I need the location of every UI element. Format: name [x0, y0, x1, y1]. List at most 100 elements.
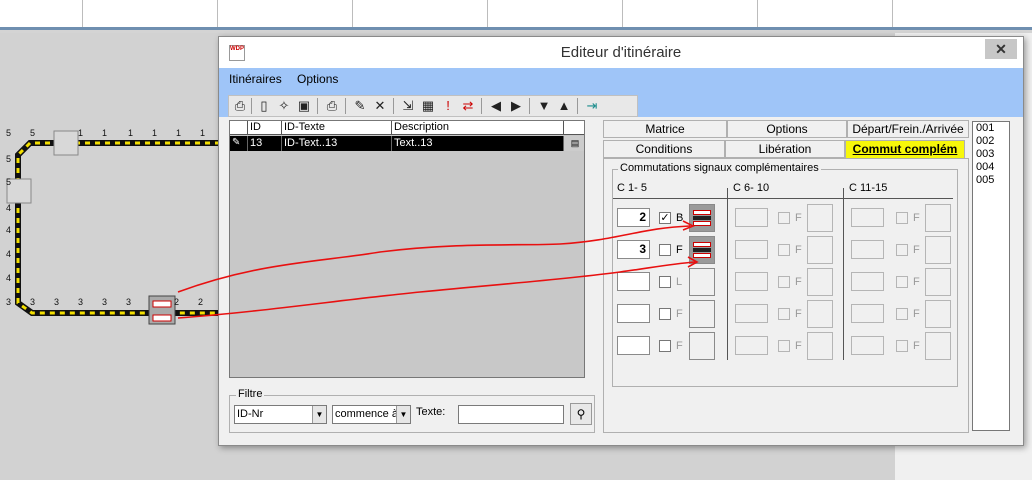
- signal-picture-13[interactable]: [925, 268, 951, 296]
- arrow-right-icon[interactable]: ▶: [507, 97, 525, 115]
- list-item[interactable]: 004: [973, 161, 1009, 174]
- tab-options[interactable]: Options: [727, 120, 847, 138]
- signal-picture-9[interactable]: [807, 300, 833, 328]
- signal-number-input-7[interactable]: [735, 240, 768, 259]
- warning-icon[interactable]: !: [439, 97, 457, 115]
- cell-id[interactable]: 13: [248, 136, 282, 151]
- checkbox-1[interactable]: ✓: [659, 212, 671, 224]
- signal-picture-5[interactable]: [689, 332, 715, 360]
- list-item[interactable]: 005: [973, 174, 1009, 187]
- list-item[interactable]: 003: [973, 148, 1009, 161]
- grid-header-id[interactable]: ID: [248, 121, 282, 135]
- signal-number-input-3[interactable]: [617, 272, 650, 291]
- dialog-title: Editeur d'itinéraire: [560, 44, 682, 61]
- menu-options[interactable]: Options: [297, 72, 338, 86]
- tab-liberation[interactable]: Libération: [725, 140, 845, 158]
- signal-number-input-6[interactable]: [735, 208, 768, 227]
- signal-number-input-5[interactable]: [617, 336, 650, 355]
- signal-picture-12[interactable]: [925, 236, 951, 264]
- signal-number-input-9[interactable]: [735, 304, 768, 323]
- grid-header-description[interactable]: Description: [392, 121, 564, 135]
- filter-mode-select[interactable]: commence à ▼: [332, 405, 411, 424]
- route-grid[interactable]: ID ID-Texte Description ✎ 13 ID-Text..13…: [229, 120, 585, 378]
- track-number: 5: [6, 154, 11, 164]
- checkbox-15[interactable]: [896, 340, 908, 352]
- chevron-down-icon[interactable]: ▼: [396, 406, 410, 423]
- signal-number-input-4[interactable]: [617, 304, 650, 323]
- checkbox-11[interactable]: [896, 212, 908, 224]
- signal-picture-14[interactable]: [925, 300, 951, 328]
- checkbox-6[interactable]: [778, 212, 790, 224]
- signal-number-input-2[interactable]: 3: [617, 240, 650, 259]
- checkbox-9[interactable]: [778, 308, 790, 320]
- signal-picture-8[interactable]: [807, 268, 833, 296]
- arrow-left-icon[interactable]: ◀: [487, 97, 505, 115]
- table-row[interactable]: ✎ 13 ID-Text..13 Text..13 ▤: [230, 136, 584, 151]
- checkbox-10[interactable]: [778, 340, 790, 352]
- checkbox-letter-6: F: [795, 212, 802, 224]
- signal-picture-7[interactable]: [807, 236, 833, 264]
- signal-number-input-1[interactable]: 2: [617, 208, 650, 227]
- cell-id-texte[interactable]: ID-Text..13: [282, 136, 392, 151]
- signal-number-input-14[interactable]: [851, 304, 884, 323]
- filter-text-input[interactable]: [458, 405, 564, 424]
- checkbox-8[interactable]: [778, 276, 790, 288]
- checkbox-13[interactable]: [896, 276, 908, 288]
- grid-icon[interactable]: ▦: [419, 97, 437, 115]
- track-number: 4: [6, 273, 11, 283]
- signal-picture-10[interactable]: [807, 332, 833, 360]
- signal-number-input-15[interactable]: [851, 336, 884, 355]
- signal-number-input-8[interactable]: [735, 272, 768, 291]
- cell-description[interactable]: Text..13: [392, 136, 564, 151]
- list-item[interactable]: 001: [973, 122, 1009, 135]
- delete-icon[interactable]: ✕: [371, 97, 389, 115]
- signal-picture-11[interactable]: [925, 204, 951, 232]
- close-button[interactable]: ✕: [985, 39, 1017, 59]
- signal-picture-6[interactable]: [807, 204, 833, 232]
- signal-picture-3[interactable]: [689, 268, 715, 296]
- list-item[interactable]: 002: [973, 135, 1009, 148]
- menu-itineraires[interactable]: Itinéraires: [229, 72, 282, 86]
- arrow-up-icon[interactable]: ▲: [555, 97, 573, 115]
- checkbox-3[interactable]: [659, 276, 671, 288]
- signal-picture-2[interactable]: [689, 236, 715, 264]
- chevron-down-icon[interactable]: ▼: [312, 406, 326, 423]
- checkbox-12[interactable]: [896, 244, 908, 256]
- signal-picture-1[interactable]: [689, 204, 715, 232]
- tab-conditions[interactable]: Conditions: [603, 140, 725, 158]
- filter-mode-value: commence à: [335, 408, 398, 420]
- swap-icon[interactable]: ⇄: [459, 97, 477, 115]
- print-icon[interactable]: ⎙: [323, 97, 341, 115]
- track-number: 3: [30, 297, 35, 307]
- filter-field-value: ID-Nr: [237, 408, 264, 420]
- grid-header-id-texte[interactable]: ID-Texte: [282, 121, 392, 135]
- tab-matrice[interactable]: Matrice: [603, 120, 727, 138]
- arrow-down-icon[interactable]: ▼: [535, 97, 553, 115]
- new-document-icon[interactable]: ▯: [255, 97, 273, 115]
- filter-field-select[interactable]: ID-Nr ▼: [234, 405, 327, 424]
- signal-number-input-10[interactable]: [735, 336, 768, 355]
- signal-picture-15[interactable]: [925, 332, 951, 360]
- rename-icon[interactable]: ✎: [351, 97, 369, 115]
- tab-depart-frein-arrivee[interactable]: Départ/Frein./Arrivée: [847, 120, 969, 138]
- checkbox-7[interactable]: [778, 244, 790, 256]
- checkbox-2[interactable]: [659, 244, 671, 256]
- save-icon[interactable]: ▣: [295, 97, 313, 115]
- tab-commut-complem[interactable]: Commut complém: [845, 140, 965, 158]
- checkbox-14[interactable]: [896, 308, 908, 320]
- signal-picture-4[interactable]: [689, 300, 715, 328]
- signal-number-input-13[interactable]: [851, 272, 884, 291]
- row-edit-icon[interactable]: ▤: [564, 136, 584, 151]
- checkbox-4[interactable]: [659, 308, 671, 320]
- print-preview-icon[interactable]: ⎙: [231, 97, 249, 115]
- route-icon[interactable]: ⇲: [399, 97, 417, 115]
- title-bar[interactable]: WDP Editeur d'itinéraire ✕: [219, 37, 1023, 68]
- right-list[interactable]: 001 002 003 004 005: [972, 121, 1010, 431]
- binoculars-search-icon[interactable]: ⚲: [570, 403, 592, 425]
- signal-number-input-12[interactable]: [851, 240, 884, 259]
- signal-number-input-11[interactable]: [851, 208, 884, 227]
- open-icon[interactable]: ✧: [275, 97, 293, 115]
- checkbox-5[interactable]: [659, 340, 671, 352]
- exit-icon[interactable]: ⇥: [583, 97, 601, 115]
- column-divider: [727, 188, 728, 360]
